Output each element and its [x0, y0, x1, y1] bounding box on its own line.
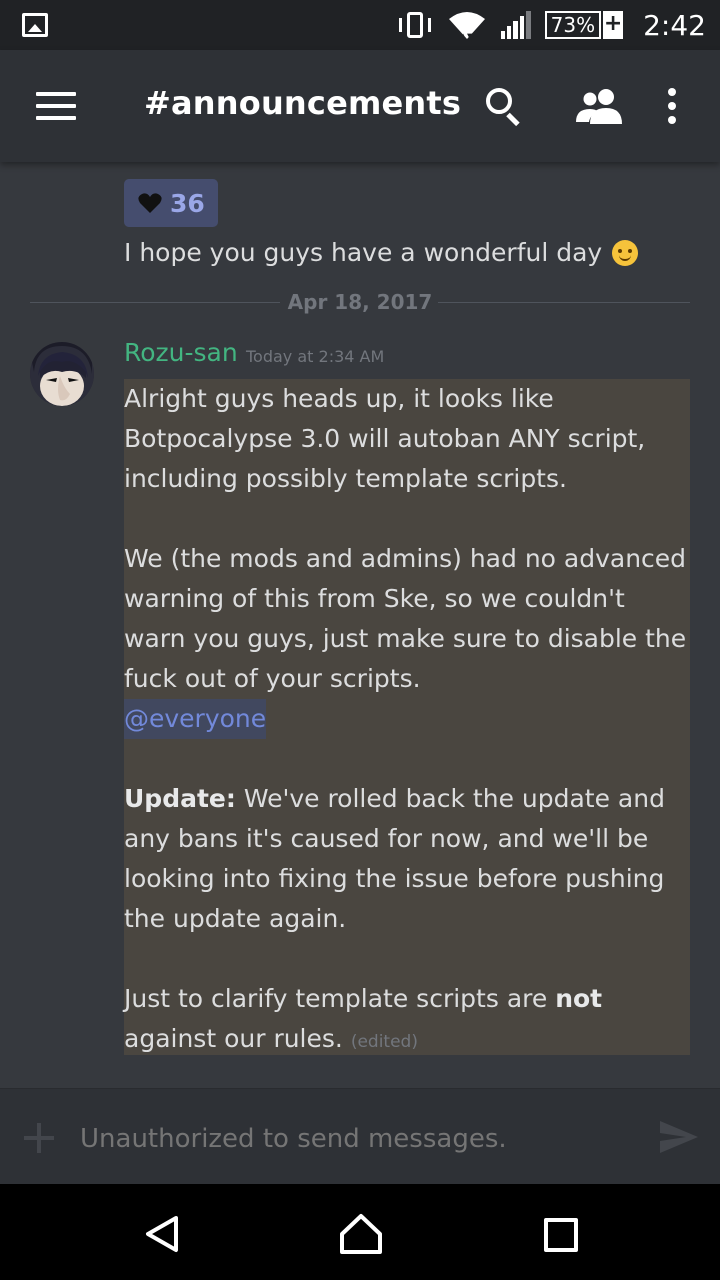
svg-text:▲▼: ▲▼	[459, 32, 475, 41]
date-divider: Apr 18, 2017	[30, 290, 690, 314]
avatar-image	[30, 342, 94, 406]
message-input[interactable]	[80, 1119, 640, 1159]
charging-icon: +	[603, 11, 624, 39]
reaction-pill[interactable]: 36	[124, 179, 218, 227]
home-icon[interactable]	[338, 1212, 384, 1256]
smile-emoji-icon	[612, 239, 639, 266]
message-composer	[0, 1088, 720, 1184]
message-paragraph: Alright guys heads up, it looks like Bot…	[124, 384, 646, 493]
channel-title: #announcements	[144, 84, 462, 122]
battery-icon: 73% +	[544, 11, 624, 39]
send-icon[interactable]	[660, 1121, 698, 1153]
wifi-icon: ▲▼	[448, 12, 485, 41]
status-icons: ▲▼ 73% + 2:42	[397, 0, 706, 50]
message-paragraph: Update: We've rolled back the update and…	[124, 779, 690, 939]
message-list[interactable]: 36 I hope you guys have a wonderful day …	[0, 162, 720, 1088]
hamburger-menu-icon[interactable]	[36, 92, 76, 120]
message-body: Alright guys heads up, it looks like Bot…	[124, 379, 690, 1062]
everyone-mention[interactable]: @everyone	[124, 699, 267, 739]
gallery-icon	[22, 13, 48, 37]
battery-percent: 73%	[544, 11, 602, 39]
app-bar: #announcements	[0, 50, 720, 162]
avatar[interactable]	[30, 342, 94, 406]
vibrate-icon	[397, 10, 433, 40]
system-nav-bar	[0, 1184, 720, 1280]
more-vert-icon[interactable]	[666, 88, 678, 124]
reaction-count: 36	[170, 188, 205, 218]
message-author[interactable]: Rozu-san	[124, 338, 238, 367]
message-line: I hope you guys have a wonderful day	[124, 238, 603, 267]
search-icon[interactable]	[484, 86, 524, 127]
status-bar: ▲▼ 73% + 2:42	[0, 0, 720, 50]
clock: 2:42	[643, 8, 706, 42]
message-paragraph: Just to clarify template scripts are not…	[124, 979, 690, 1062]
update-label: Update:	[124, 784, 236, 813]
message-paragraph: We (the mods and admins) had no advanced…	[124, 544, 687, 693]
back-icon[interactable]	[142, 1214, 182, 1254]
heart-icon	[138, 193, 162, 213]
clarify-text: Just to clarify template scripts are	[124, 984, 556, 1013]
clarify-bold: not	[555, 984, 603, 1013]
signal-icon	[500, 11, 531, 39]
plus-icon[interactable]	[24, 1123, 54, 1153]
message-text: I hope you guys have a wonderful day	[124, 238, 639, 267]
edited-marker: (edited)	[350, 1032, 418, 1052]
recents-icon[interactable]	[544, 1218, 578, 1252]
members-icon[interactable]	[576, 88, 624, 124]
message-timestamp: Today at 2:34 AM	[246, 347, 385, 366]
clarify-text-end: against our rules.	[124, 1024, 343, 1053]
